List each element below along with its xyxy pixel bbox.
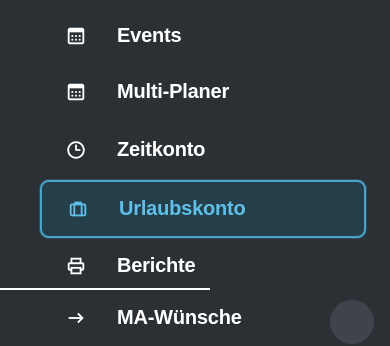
calendar-icon [64, 24, 88, 48]
divider [0, 288, 210, 290]
menu-item-urlaubskonto[interactable]: Urlaubskonto [40, 180, 366, 238]
menu-item-label: Events [117, 24, 182, 47]
suitcase-icon [66, 197, 90, 221]
menu-item-label: Multi-Planer [117, 80, 230, 103]
side-menu: Events Multi-Planer Zeitkonto Urlaubskon… [0, 0, 390, 344]
calendar-icon [64, 80, 88, 104]
scroll-indicator [330, 300, 374, 344]
menu-item-label: Urlaubskonto [119, 197, 246, 220]
menu-item-label: Zeitkonto [117, 138, 206, 161]
menu-item-events[interactable]: Events [40, 8, 366, 64]
menu-item-label: Berichte [117, 254, 196, 277]
menu-item-zeitkonto[interactable]: Zeitkonto [40, 122, 366, 178]
menu-item-multi-planer[interactable]: Multi-Planer [40, 64, 366, 120]
menu-item-berichte[interactable]: Berichte [40, 238, 366, 294]
clock-icon [64, 138, 88, 162]
menu-item-ma-wuensche[interactable]: MA-Wünsche [40, 290, 366, 346]
printer-icon [64, 254, 88, 278]
arrow-right-icon [64, 306, 88, 330]
menu-item-label: MA-Wünsche [117, 306, 242, 329]
